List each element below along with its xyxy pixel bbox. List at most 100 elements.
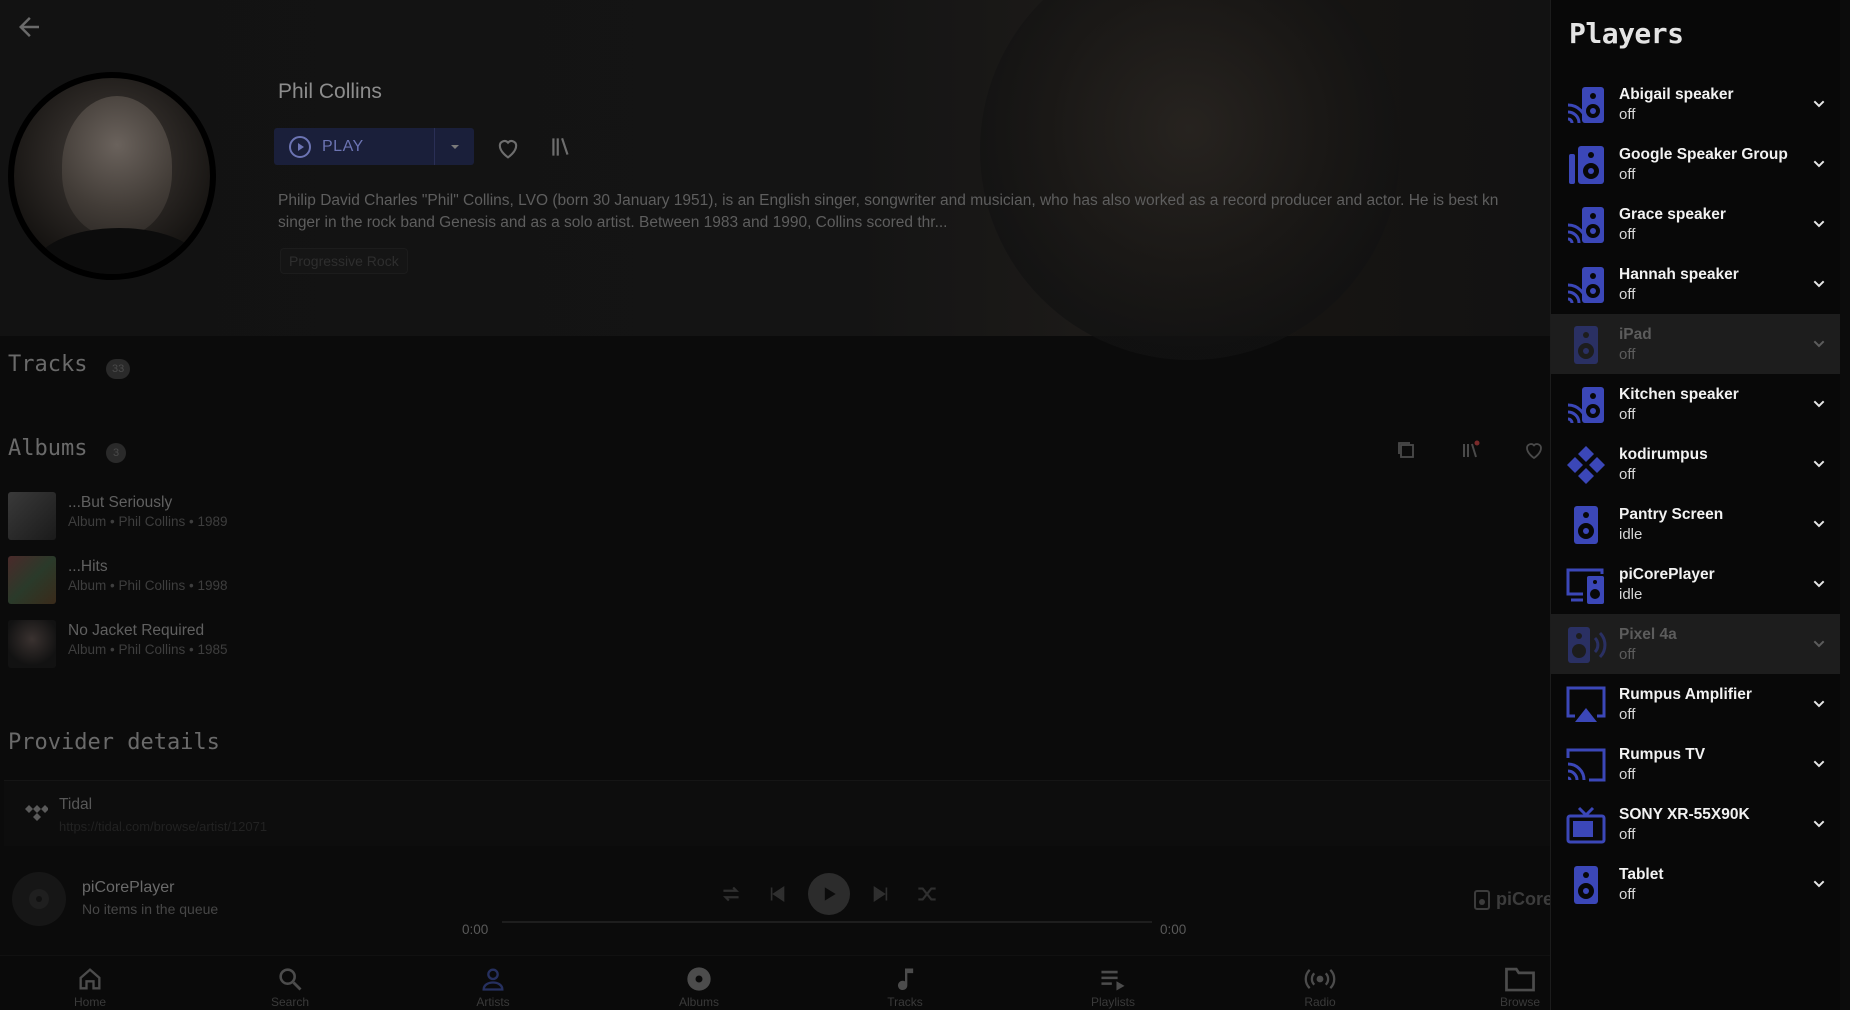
player-item-kodirumpus[interactable]: kodirumpus off — [1551, 434, 1841, 494]
albums-favorite-filter[interactable] — [1522, 438, 1546, 462]
nav-label: Browse — [1499, 995, 1540, 1009]
chevron-down-icon[interactable] — [1811, 276, 1827, 292]
library-button[interactable] — [548, 134, 574, 165]
chevron-down-icon[interactable] — [1811, 636, 1827, 652]
player-item-tablet[interactable]: Tablet off — [1551, 854, 1841, 914]
cast-speaker-icon — [1567, 267, 1604, 304]
players-panel-title: Players — [1569, 17, 1684, 50]
player-name: kodirumpus — [1619, 446, 1708, 463]
albums-count-badge: 3 — [106, 443, 126, 463]
panel-scroll-edge — [1840, 0, 1850, 1010]
player-item-pixel-4a[interactable]: Pixel 4a off — [1551, 614, 1841, 674]
arrow-left-icon — [19, 17, 39, 37]
now-playing-artwork — [12, 872, 66, 926]
player-item-rumpus-tv[interactable]: Rumpus TV off — [1551, 734, 1841, 794]
play-button-label: PLAY — [322, 137, 364, 155]
nav-albums[interactable]: Albums — [659, 956, 739, 1010]
albums-section-title[interactable]: Albums — [8, 436, 87, 461]
chevron-down-icon[interactable] — [1811, 336, 1827, 352]
repeat-icon[interactable] — [718, 881, 744, 907]
tracks-count-badge: 33 — [106, 359, 131, 379]
favorite-button[interactable] — [494, 134, 522, 167]
nav-label: Albums — [678, 995, 719, 1009]
back-button[interactable] — [14, 12, 44, 42]
chevron-down-icon[interactable] — [1811, 156, 1827, 172]
album-title: ...But Seriously — [68, 494, 173, 511]
album-cover — [8, 620, 56, 668]
chevron-down-icon[interactable] — [1811, 576, 1827, 592]
nav-browse[interactable]: Browse — [1480, 956, 1550, 1010]
player-item-sony-xr-55x90k[interactable]: SONY XR-55X90K off — [1551, 794, 1841, 854]
genre-chip[interactable]: Progressive Rock — [280, 248, 408, 274]
heart-icon — [1526, 443, 1542, 460]
chevron-down-icon[interactable] — [1811, 216, 1827, 232]
player-state: off — [1619, 886, 1636, 903]
nav-tracks[interactable]: Tracks — [865, 956, 945, 1010]
chevron-down-icon[interactable] — [1811, 456, 1827, 472]
chevron-down-icon[interactable] — [1811, 816, 1827, 832]
player-state: off — [1619, 646, 1636, 663]
copy-icon[interactable] — [1394, 438, 1418, 462]
chevron-down-icon[interactable] — [1811, 696, 1827, 712]
artist-biography[interactable]: Philip David Charles "Phil" Collins, LVO… — [278, 190, 1550, 234]
player-item-google-speaker-group[interactable]: Google Speaker Group off — [1551, 134, 1841, 194]
nav-artists[interactable]: Artists — [453, 956, 533, 1010]
player-item-picoreplayer[interactable]: piCorePlayer idle — [1551, 554, 1841, 614]
provider-section-title: Provider details — [8, 730, 220, 755]
active-player-selector[interactable]: piCore — [1474, 889, 1550, 910]
nav-label: Radio — [1304, 995, 1336, 1009]
caret-down-icon — [450, 144, 459, 149]
albums-library-filter[interactable] — [1458, 438, 1482, 462]
album-list-item[interactable]: ...But Seriously Album • Phil Collins • … — [8, 490, 608, 542]
speaker-wireless-icon — [1568, 627, 1607, 663]
app: Phil Collins PLAY Philip David Charles "… — [0, 0, 1850, 1010]
chevron-down-icon[interactable] — [1811, 396, 1827, 412]
album-list-item[interactable]: ...Hits Album • Phil Collins • 1998 — [8, 554, 608, 606]
cast-speaker-icon — [1567, 387, 1604, 424]
bio-line-1: Philip David Charles "Phil" Collins, LVO… — [278, 192, 1499, 209]
chevron-down-icon[interactable] — [1811, 876, 1827, 892]
tracks-section-title[interactable]: Tracks — [8, 352, 87, 377]
shuffle-icon[interactable] — [914, 881, 940, 907]
album-subtitle: Album • Phil Collins • 1985 — [68, 642, 228, 657]
player-item-rumpus-amplifier[interactable]: Rumpus Amplifier off — [1551, 674, 1841, 734]
player-name: Kitchen speaker — [1619, 386, 1739, 403]
chevron-down-icon[interactable] — [1811, 516, 1827, 532]
artist-avatar — [8, 72, 216, 280]
player-item-grace-speaker[interactable]: Grace speaker off — [1551, 194, 1841, 254]
provider-item[interactable]: Tidal https://tidal.com/browse/artist/12… — [4, 780, 1550, 846]
next-icon[interactable] — [868, 881, 894, 907]
playlist-icon — [1101, 970, 1125, 991]
album-list-item[interactable]: No Jacket Required Album • Phil Collins … — [8, 618, 608, 670]
player-state: off — [1619, 766, 1636, 783]
play-options-dropdown[interactable] — [434, 128, 474, 165]
total-time: 0:00 — [1160, 922, 1187, 937]
home-icon — [79, 968, 101, 990]
library-icon — [552, 137, 569, 156]
player-item-pantry-screen[interactable]: Pantry Screen idle — [1551, 494, 1841, 554]
active-player-name: piCore — [1496, 889, 1550, 909]
play-button[interactable]: PLAY — [274, 128, 434, 165]
chevron-down-icon[interactable] — [1811, 96, 1827, 112]
nav-home[interactable]: Home — [50, 956, 130, 1010]
player-state: idle — [1619, 586, 1643, 603]
nav-label: Artists — [476, 995, 510, 1009]
player-state: off — [1619, 406, 1636, 423]
player-item-abigail-speaker[interactable]: Abigail speaker off — [1551, 74, 1841, 134]
now-playing-player[interactable]: piCorePlayer — [82, 879, 174, 897]
player-item-ipad[interactable]: iPad off — [1551, 314, 1841, 374]
provider-url[interactable]: https://tidal.com/browse/artist/12071 — [59, 819, 267, 834]
player-name: Tablet — [1619, 866, 1664, 883]
play-pause-button[interactable] — [808, 873, 850, 915]
player-item-kitchen-speaker[interactable]: Kitchen speaker off — [1551, 374, 1841, 434]
artist-photo-shoulders — [34, 228, 204, 274]
chevron-down-icon[interactable] — [1811, 756, 1827, 772]
nav-radio[interactable]: Radio — [1280, 956, 1360, 1010]
nav-playlists[interactable]: Playlists — [1073, 956, 1153, 1010]
album-cover — [8, 556, 56, 604]
player-item-hannah-speaker[interactable]: Hannah speaker off — [1551, 254, 1841, 314]
nav-search[interactable]: Search — [250, 956, 330, 1010]
previous-icon[interactable] — [764, 881, 790, 907]
play-button-group: PLAY — [274, 128, 474, 165]
progress-bar[interactable] — [502, 921, 1152, 923]
